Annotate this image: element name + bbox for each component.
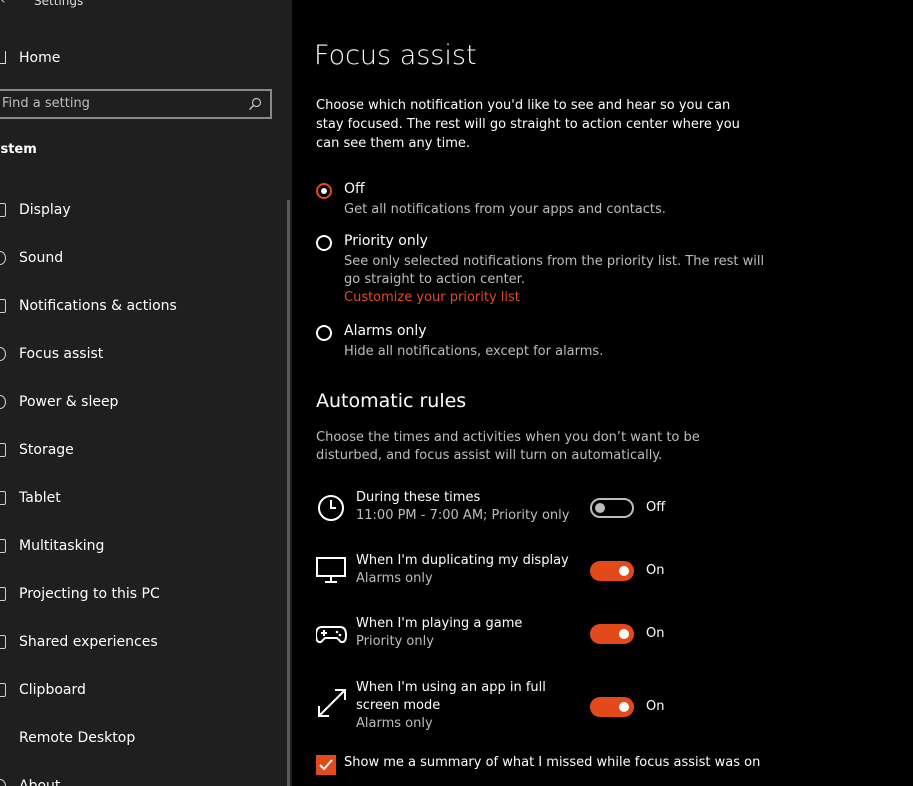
- rule-title: When I'm playing a game: [356, 616, 523, 631]
- sidebar-section-system: ystem: [0, 142, 37, 157]
- sidebar-item-about[interactable]: About: [0, 766, 288, 786]
- sidebar-item-label: Tablet: [19, 490, 61, 506]
- focus-assist-icon: [0, 347, 6, 361]
- radio-alarms-only[interactable]: [316, 325, 332, 341]
- search-input[interactable]: Find a setting: [0, 89, 272, 119]
- sidebar-item-multitasking[interactable]: Multitasking: [0, 526, 288, 566]
- fullscreen-icon: [318, 689, 346, 717]
- sidebar-item-shared[interactable]: Shared experiences: [0, 622, 288, 662]
- gamepad-icon: [316, 626, 348, 644]
- sidebar-item-label: Multitasking: [19, 538, 105, 554]
- option-title: Priority only: [344, 233, 428, 249]
- rule-toggle[interactable]: [590, 561, 634, 581]
- option-desc: Hide all notifications, except for alarm…: [344, 344, 604, 359]
- sidebar-item-display[interactable]: Display: [0, 190, 288, 230]
- about-icon: [0, 779, 6, 786]
- sidebar-home-label: Home: [19, 50, 61, 66]
- sidebar-scrollbar[interactable]: [287, 200, 290, 786]
- summary-checkbox-label: Show me a summary of what I missed while…: [344, 755, 761, 770]
- sidebar-item-remote-desktop[interactable]: › Remote Desktop: [0, 718, 288, 758]
- clock-icon: [318, 495, 344, 521]
- rule-toggle-label: On: [646, 699, 665, 714]
- rule-title: When I'm duplicating my display: [356, 553, 569, 568]
- notifications-icon: [0, 299, 6, 313]
- sidebar-item-label: Clipboard: [19, 682, 86, 698]
- option-desc: Get all notifications from your apps and…: [344, 202, 666, 217]
- rule-toggle-label: On: [646, 563, 665, 578]
- rule-sub: 11:00 PM - 7:00 AM; Priority only: [356, 508, 570, 523]
- tablet-icon: [0, 491, 6, 505]
- search-placeholder: Find a setting: [2, 96, 90, 111]
- rule-sub: Alarms only: [356, 571, 433, 586]
- rule-toggle-label: On: [646, 626, 665, 641]
- back-icon[interactable]: ‹: [0, 0, 6, 8]
- sidebar-item-notifications[interactable]: Notifications & actions: [0, 286, 288, 326]
- rule-title: When I'm using an app in full screen mod…: [356, 680, 546, 713]
- rule-toggle[interactable]: [590, 498, 634, 518]
- sidebar: ‹ Settings Home Find a setting ystem Dis…: [0, 0, 292, 786]
- monitor-icon: [316, 557, 346, 583]
- rule-sub: Priority only: [356, 634, 434, 649]
- option-title: Off: [344, 181, 365, 197]
- sidebar-item-label: Sound: [19, 250, 64, 266]
- sidebar-item-power[interactable]: Power & sleep: [0, 382, 288, 422]
- sidebar-item-tablet[interactable]: Tablet: [0, 478, 288, 518]
- sidebar-item-focus-assist[interactable]: Focus assist: [0, 334, 288, 374]
- app-title: Settings: [34, 0, 84, 8]
- rule-sub: Alarms only: [356, 716, 433, 731]
- search-icon[interactable]: [248, 97, 262, 111]
- power-icon: [0, 395, 6, 409]
- sidebar-item-label: Storage: [19, 442, 74, 458]
- rule-toggle[interactable]: [590, 697, 634, 717]
- summary-checkbox[interactable]: [316, 755, 336, 775]
- rule-toggle-label: Off: [646, 500, 666, 515]
- sidebar-item-storage[interactable]: Storage: [0, 430, 288, 470]
- sidebar-item-projecting[interactable]: Projecting to this PC: [0, 574, 288, 614]
- rule-title: During these times: [356, 490, 481, 505]
- shared-icon: [0, 635, 6, 649]
- automatic-rules-heading: Automatic rules: [316, 390, 467, 412]
- sidebar-item-sound[interactable]: Sound: [0, 238, 288, 278]
- customize-priority-link[interactable]: Customize your priority list: [344, 289, 774, 307]
- sidebar-item-clipboard[interactable]: Clipboard: [0, 670, 288, 710]
- multitasking-icon: [0, 539, 6, 553]
- sidebar-item-label: Projecting to this PC: [19, 586, 160, 602]
- option-title: Alarms only: [344, 323, 427, 339]
- rule-toggle[interactable]: [590, 624, 634, 644]
- sidebar-item-label: Display: [19, 202, 71, 218]
- checkmark-icon: [319, 759, 333, 771]
- radio-priority-only[interactable]: [316, 235, 332, 251]
- sidebar-item-label: Remote Desktop: [19, 730, 136, 746]
- storage-icon: [0, 443, 6, 457]
- sound-icon: [0, 251, 6, 265]
- automatic-rules-desc: Choose the times and activities when you…: [316, 430, 700, 463]
- projecting-icon: [0, 587, 6, 601]
- intro-text: Choose which notification you'd like to …: [316, 98, 740, 151]
- clipboard-icon: [0, 683, 6, 697]
- sidebar-item-label: Shared experiences: [19, 634, 158, 650]
- radio-off[interactable]: [316, 183, 332, 199]
- main-panel: Focus assist Choose which notification y…: [292, 0, 913, 786]
- sidebar-home[interactable]: Home: [0, 46, 292, 70]
- page-title: Focus assist: [314, 40, 477, 71]
- home-icon: [0, 51, 6, 64]
- sidebar-item-label: Power & sleep: [19, 394, 119, 410]
- sidebar-item-label: Focus assist: [19, 346, 104, 362]
- remote-desktop-icon: ›: [0, 731, 4, 743]
- display-icon: [0, 203, 6, 217]
- option-desc: See only selected notifications from the…: [344, 253, 774, 307]
- sidebar-item-label: Notifications & actions: [19, 298, 177, 314]
- sidebar-item-label: About: [19, 778, 61, 786]
- option-desc-text: See only selected notifications from the…: [344, 254, 765, 287]
